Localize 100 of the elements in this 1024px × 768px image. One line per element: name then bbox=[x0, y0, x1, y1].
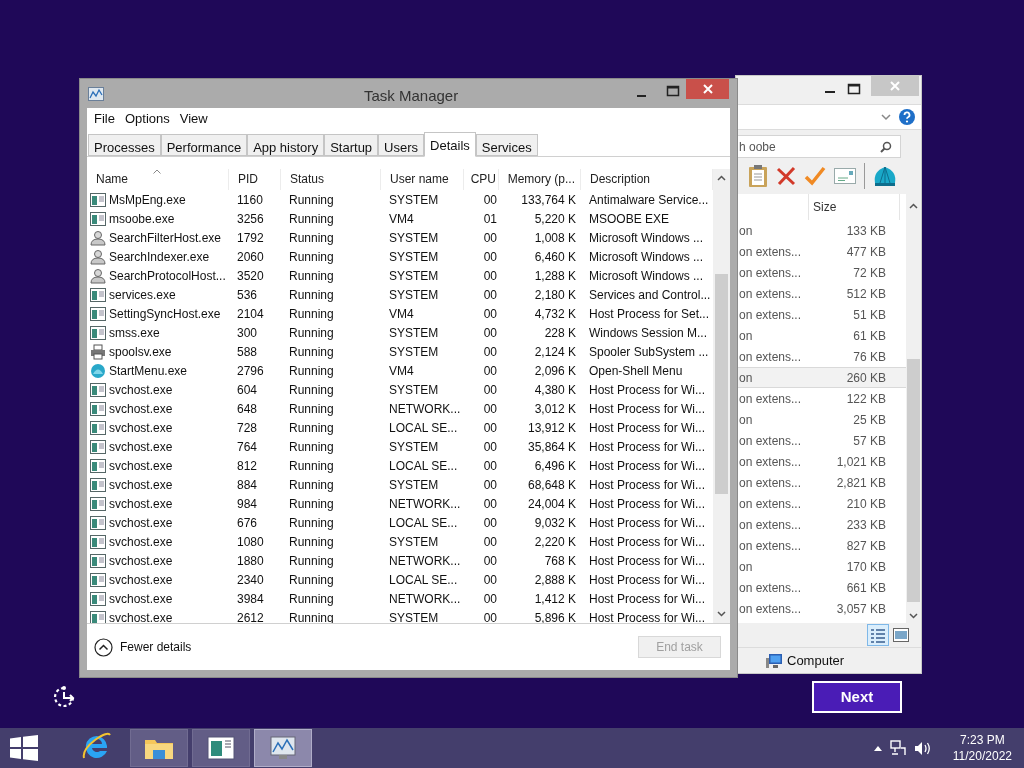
volume-icon[interactable] bbox=[913, 740, 931, 756]
chevron-down-icon[interactable] bbox=[881, 113, 891, 121]
process-row[interactable]: svchost.exe 3984 Running NETWORK... 00 1,412 K Host Process for Wi... bbox=[87, 589, 713, 608]
file-row[interactable]: on extens... 72 KB bbox=[736, 262, 908, 283]
window-icon bbox=[90, 400, 106, 417]
scrollbar-thumb[interactable] bbox=[907, 359, 920, 602]
file-row[interactable]: on extens... 661 KB bbox=[736, 577, 908, 598]
delete-x-icon[interactable] bbox=[776, 166, 796, 186]
close-button[interactable] bbox=[686, 79, 729, 99]
show-hidden-icon[interactable] bbox=[873, 745, 882, 751]
process-row[interactable]: svchost.exe 2340 Running LOCAL SE... 00 2,888 K Host Process for Wi... bbox=[87, 570, 713, 589]
table-cell-text: Microsoft Windows ... bbox=[588, 229, 705, 247]
process-row[interactable]: svchost.exe 1080 Running SYSTEM 00 2,220 K Host Process for Wi... bbox=[87, 532, 713, 551]
file-row[interactable]: on 170 KB bbox=[736, 556, 908, 577]
table-cell-text: 3,012 K bbox=[533, 400, 577, 418]
process-row[interactable]: spoolsv.exe 588 Running SYSTEM 00 2,124 K Spooler SubSystem ... bbox=[87, 342, 713, 361]
taskbar-button[interactable] bbox=[130, 729, 188, 767]
file-row[interactable]: on extens... 827 KB bbox=[736, 535, 908, 556]
tab[interactable]: Processes bbox=[88, 134, 161, 156]
scroll-up-icon[interactable] bbox=[909, 203, 918, 209]
process-row[interactable]: svchost.exe 676 Running LOCAL SE... 00 9,032 K Host Process for Wi... bbox=[87, 513, 713, 532]
tab[interactable]: Services bbox=[475, 134, 538, 156]
process-row[interactable]: msoobe.exe 3256 Running VM4 01 5,220 K MSOOBE EXE bbox=[87, 209, 713, 228]
windows-logo-icon[interactable] bbox=[10, 735, 38, 761]
taskbar-button[interactable] bbox=[192, 729, 250, 767]
file-row[interactable]: on 133 KB bbox=[736, 220, 908, 241]
file-row[interactable]: on extens... 122 KB bbox=[736, 388, 908, 409]
tab[interactable]: Users bbox=[378, 134, 425, 156]
file-row[interactable]: on 61 KB bbox=[736, 325, 908, 346]
process-row[interactable]: smss.exe 300 Running SYSTEM 00 228 K Windows Session M... bbox=[87, 323, 713, 342]
tab[interactable]: Startup bbox=[324, 134, 379, 156]
table-cell-text: Host Process for Set... bbox=[588, 305, 711, 323]
network-icon[interactable] bbox=[889, 740, 906, 756]
file-row[interactable]: on 25 KB bbox=[736, 409, 908, 430]
taskbar-button[interactable] bbox=[254, 729, 312, 767]
menu-item[interactable]: Options bbox=[119, 109, 175, 129]
tab[interactable]: Performance bbox=[160, 134, 248, 156]
process-row[interactable]: SettingSyncHost.exe 2104 Running VM4 00 4,732 K Host Process for Set... bbox=[87, 304, 713, 323]
menu-item[interactable]: File bbox=[89, 109, 120, 129]
scroll-up-icon[interactable] bbox=[717, 175, 726, 181]
file-row[interactable]: on extens... 57 KB bbox=[736, 430, 908, 451]
tab[interactable]: Details bbox=[424, 132, 476, 157]
scroll-down-icon[interactable] bbox=[717, 611, 726, 617]
file-row[interactable]: on extens... 51 KB bbox=[736, 304, 908, 325]
checkmark-icon[interactable] bbox=[804, 166, 826, 186]
table-cell-text: 2104 bbox=[236, 305, 265, 323]
clock-date[interactable]: 11/20/2022 bbox=[952, 748, 1012, 764]
process-row[interactable]: SearchProtocolHost... 3520 Running SYSTEM 00 1,288 K Microsoft Windows ... bbox=[87, 266, 713, 285]
table-cell-text: 477 KB bbox=[846, 243, 886, 261]
table-cell-text: 2,220 K bbox=[533, 533, 577, 551]
process-row[interactable]: StartMenu.exe 2796 Running VM4 00 2,096 K Open-Shell Menu bbox=[87, 361, 713, 380]
column-header[interactable]: Memory (p... bbox=[499, 169, 581, 190]
next-button[interactable]: Next bbox=[812, 681, 902, 713]
file-row[interactable]: on 260 KB bbox=[736, 367, 908, 388]
file-row[interactable]: on extens... 3,057 KB bbox=[736, 598, 908, 619]
scrollbar-thumb[interactable] bbox=[715, 274, 728, 494]
process-row[interactable]: svchost.exe 604 Running SYSTEM 00 4,380 K Host Process for Wi... bbox=[87, 380, 713, 399]
file-row[interactable]: on extens... 2,821 KB bbox=[736, 472, 908, 493]
process-row[interactable]: svchost.exe 984 Running NETWORK... 00 24,004 K Host Process for Wi... bbox=[87, 494, 713, 513]
card-icon[interactable] bbox=[834, 168, 856, 184]
process-row[interactable]: SearchIndexer.exe 2060 Running SYSTEM 00 6,460 K Microsoft Windows ... bbox=[87, 247, 713, 266]
search-field[interactable]: h oobe bbox=[736, 135, 901, 158]
clipboard-icon[interactable] bbox=[748, 164, 768, 188]
maximize-icon[interactable] bbox=[847, 82, 861, 96]
process-row[interactable]: svchost.exe 812 Running LOCAL SE... 00 6,496 K Host Process for Wi... bbox=[87, 456, 713, 475]
shell-icon[interactable] bbox=[873, 165, 897, 187]
details-view-icon[interactable] bbox=[867, 624, 889, 646]
column-header[interactable]: Size bbox=[808, 194, 900, 220]
file-row[interactable]: on extens... 233 KB bbox=[736, 514, 908, 535]
file-row[interactable]: on extens... 477 KB bbox=[736, 241, 908, 262]
column-header[interactable]: User name bbox=[381, 169, 464, 190]
process-row[interactable]: svchost.exe 884 Running SYSTEM 00 68,648 K Host Process for Wi... bbox=[87, 475, 713, 494]
process-row[interactable]: SearchFilterHost.exe 1792 Running SYSTEM 00 1,008 K Microsoft Windows ... bbox=[87, 228, 713, 247]
file-row[interactable]: on extens... 1,021 KB bbox=[736, 451, 908, 472]
help-icon[interactable] bbox=[899, 109, 915, 125]
column-header[interactable]: Status bbox=[281, 169, 381, 190]
table-cell-text: Running bbox=[288, 305, 335, 323]
column-header[interactable]: CPU bbox=[464, 169, 499, 190]
process-row[interactable]: svchost.exe 648 Running NETWORK... 00 3,012 K Host Process for Wi... bbox=[87, 399, 713, 418]
window-icon bbox=[90, 552, 106, 569]
tab[interactable]: App history bbox=[247, 134, 325, 156]
file-row[interactable]: on extens... 76 KB bbox=[736, 346, 908, 367]
clock-time[interactable]: 7:23 PM bbox=[960, 732, 1005, 748]
table-cell-text: on extens... bbox=[738, 306, 802, 324]
process-row[interactable]: svchost.exe 1880 Running NETWORK... 00 768 K Host Process for Wi... bbox=[87, 551, 713, 570]
column-header[interactable]: PID bbox=[229, 169, 281, 190]
fewer-details-button[interactable]: Fewer details bbox=[94, 637, 192, 657]
column-header[interactable]: Name bbox=[87, 169, 229, 190]
table-cell-text: 228 K bbox=[543, 324, 577, 342]
file-row[interactable]: on extens... 512 KB bbox=[736, 283, 908, 304]
process-row[interactable]: services.exe 536 Running SYSTEM 00 2,180 K Services and Control... bbox=[87, 285, 713, 304]
thumbnail-view-icon[interactable] bbox=[893, 628, 909, 642]
menu-item[interactable]: View bbox=[174, 109, 213, 129]
process-row[interactable]: svchost.exe 764 Running SYSTEM 00 35,864 K Host Process for Wi... bbox=[87, 437, 713, 456]
process-row[interactable]: svchost.exe 728 Running LOCAL SE... 00 13,912 K Host Process for Wi... bbox=[87, 418, 713, 437]
scroll-down-icon[interactable] bbox=[909, 613, 918, 619]
file-row[interactable]: on extens... 210 KB bbox=[736, 493, 908, 514]
maximize-icon[interactable] bbox=[666, 84, 680, 98]
scrollbar[interactable] bbox=[713, 169, 730, 623]
process-row[interactable]: MsMpEng.exe 1160 Running SYSTEM 00 133,764 K Antimalware Service... bbox=[87, 190, 713, 209]
